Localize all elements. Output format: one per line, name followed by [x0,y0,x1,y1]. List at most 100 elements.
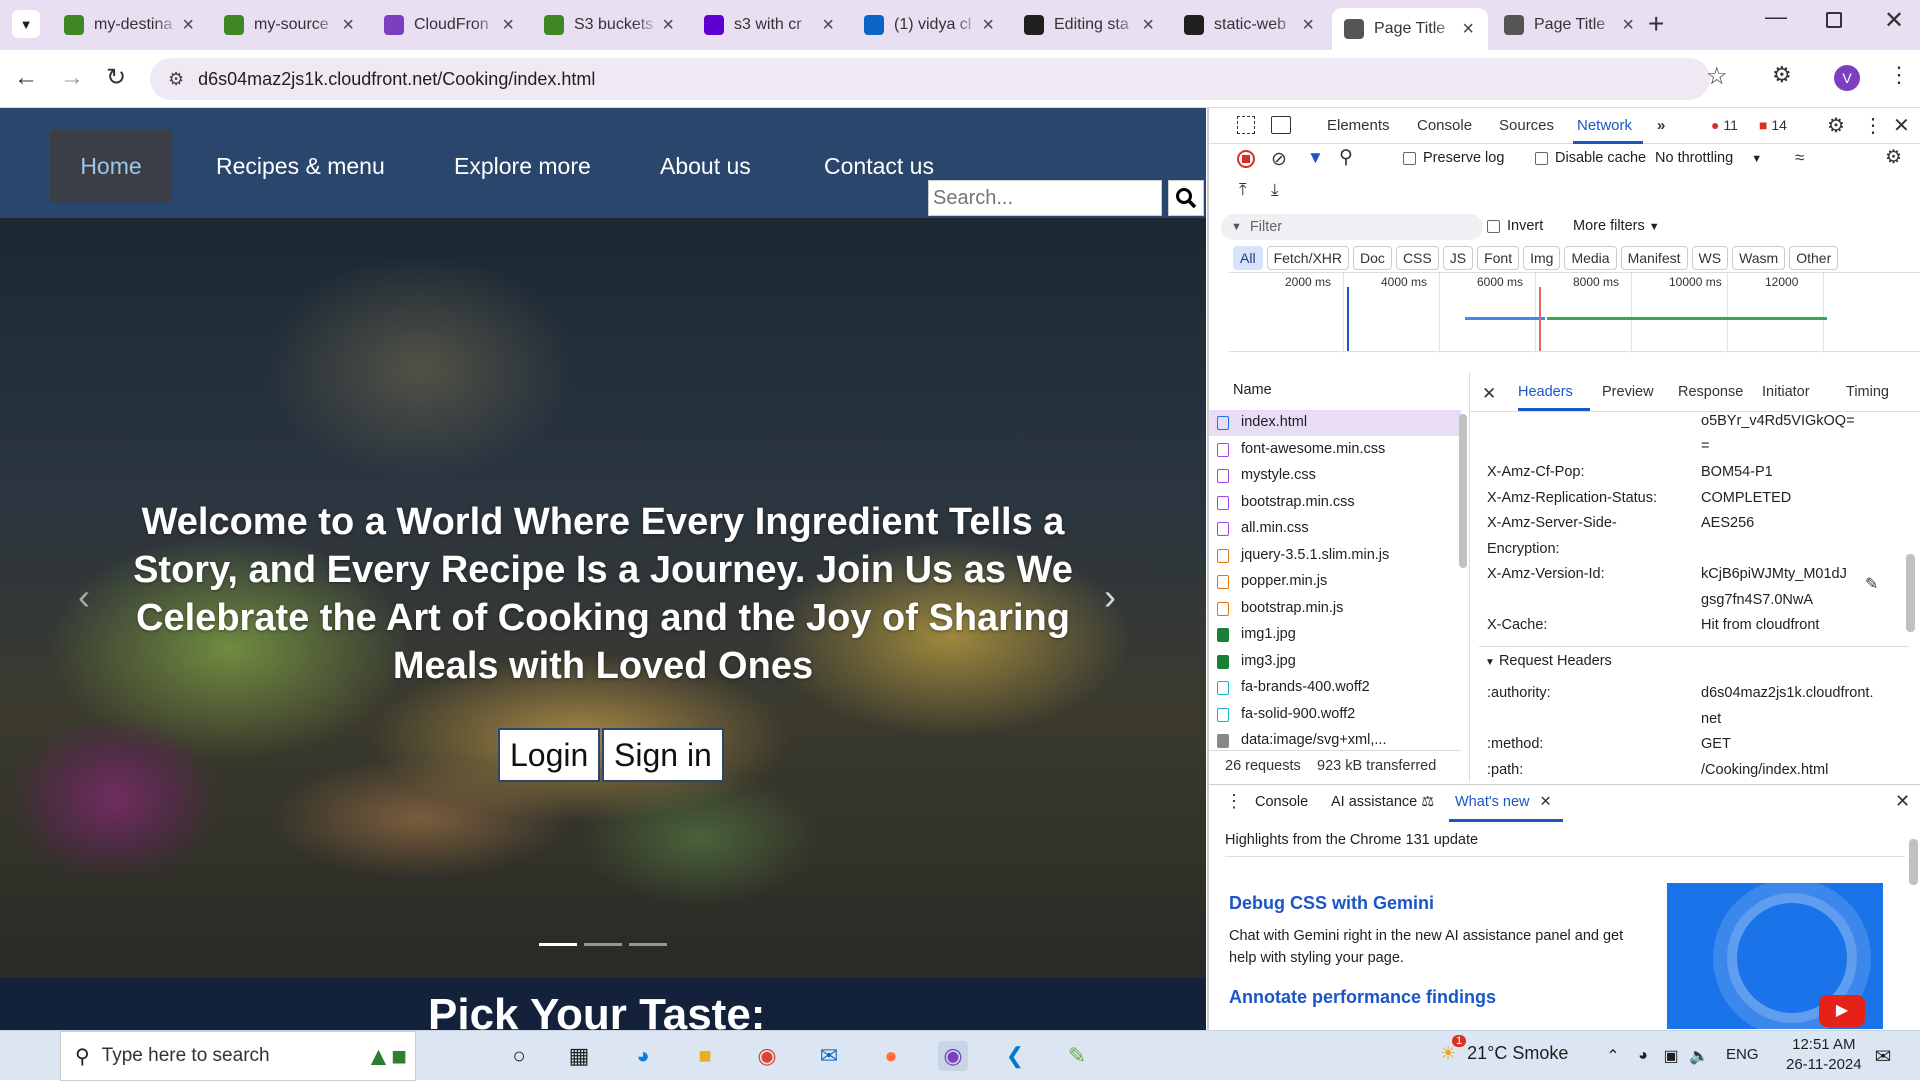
site-search-input[interactable] [928,180,1162,216]
headers-scrollbar[interactable] [1903,414,1917,786]
chrome-icon[interactable]: ◉ [752,1041,782,1071]
device-toolbar-icon[interactable] [1271,116,1291,134]
carousel-indicator-3[interactable] [629,943,667,946]
export-har-icon[interactable]: ⤓ [1271,180,1279,200]
type-filter-css[interactable]: CSS [1395,246,1439,270]
warning-count-badge[interactable]: ■ 14 [1759,117,1787,133]
request-headers-toggle[interactable]: ▼ Request Headers [1485,653,1612,669]
carousel-next-icon[interactable]: › [1104,576,1116,618]
back-button[interactable]: ← [14,64,38,92]
browser-tab[interactable]: (1) vidya cl × [852,8,1008,42]
tab-elements[interactable]: Elements [1327,117,1390,134]
task-view-icon[interactable]: ▦ [564,1041,594,1071]
tab-search-button[interactable]: ▼ [12,10,40,38]
drawer-tab-ai-assistance[interactable]: AI assistance ⚖ [1331,794,1434,810]
address-bar[interactable]: ⚙ d6s04maz2js1k.cloudfront.net/Cooking/i… [150,58,1710,100]
request-row[interactable]: jquery-3.5.1.slim.min.js [1209,543,1461,569]
firefox-icon[interactable]: ● [876,1041,906,1071]
request-row[interactable]: index.html [1209,410,1461,436]
request-row[interactable]: img1.jpg [1209,622,1461,648]
cortana-icon[interactable]: ○ [504,1041,534,1071]
browser-menu-icon[interactable]: ⋮ [1888,62,1910,88]
whats-new-heading-1[interactable]: Debug CSS with Gemini [1229,893,1434,914]
close-detail-icon[interactable]: ✕ [1482,384,1496,404]
request-list-scrollbar[interactable] [1457,400,1467,750]
site-info-icon[interactable]: ⚙ [168,69,184,90]
whats-new-video-thumbnail[interactable]: ▶ [1667,883,1883,1029]
detail-tab-preview[interactable]: Preview [1602,384,1654,400]
disable-cache-checkbox[interactable] [1535,152,1548,165]
mail-icon[interactable]: ✉ [814,1041,844,1071]
browser-tab[interactable]: S3 buckets × [532,8,688,42]
volume-icon[interactable]: 🔈 [1684,1041,1714,1071]
chrome-profile-icon[interactable]: ◉ [938,1041,968,1071]
type-filter-manifest[interactable]: Manifest [1620,246,1688,270]
record-button[interactable] [1237,150,1255,168]
nav-home[interactable]: Home [50,130,172,202]
file-explorer-icon[interactable]: ■ [690,1041,720,1071]
notifications-icon[interactable]: ✉ [1868,1041,1898,1071]
detail-tab-initiator[interactable]: Initiator [1762,384,1810,400]
name-column-header[interactable]: Name [1233,382,1272,398]
vscode-icon[interactable]: ❮ [1000,1041,1030,1071]
carousel-prev-icon[interactable]: ‹ [78,576,90,618]
request-row[interactable]: bootstrap.min.css [1209,490,1461,516]
close-drawer-icon[interactable]: ✕ [1895,791,1910,812]
network-conditions-icon[interactable]: ≈ [1795,148,1804,168]
browser-tab[interactable]: CloudFron × [372,8,528,42]
request-row[interactable]: bootstrap.min.js [1209,596,1461,622]
invert-checkbox[interactable] [1487,220,1500,233]
type-filter-doc[interactable]: Doc [1353,246,1392,270]
request-row[interactable]: font-awesome.min.css [1209,437,1461,463]
carousel-indicator-1[interactable] [539,943,577,946]
close-tab-icon[interactable]: × [342,14,354,37]
drawer-tab-console[interactable]: Console [1255,794,1308,810]
type-filter-img[interactable]: Img [1523,246,1561,270]
type-filter-font[interactable]: Font [1477,246,1520,270]
drawer-menu-icon[interactable]: ⋮ [1225,791,1243,812]
type-filter-media[interactable]: Media [1564,246,1617,270]
display-icon[interactable]: ▣ [1656,1041,1686,1071]
show-hidden-icons[interactable]: ⌃ [1598,1041,1628,1071]
filter-input[interactable]: ▼ Filter [1221,214,1483,240]
login-button[interactable]: Login [498,728,601,782]
import-har-icon[interactable]: ⤒ [1239,180,1247,200]
network-icon[interactable]: ◕ [1628,1041,1658,1071]
weather-widget[interactable]: ☀ 1 21°C Smoke [1440,1035,1568,1064]
request-row[interactable]: fa-solid-900.woff2 [1209,702,1461,728]
throttling-select[interactable]: No throttling ▼ [1655,150,1762,166]
extensions-icon[interactable]: ⚙ [1772,62,1792,88]
new-tab-button[interactable]: + [1648,8,1664,40]
tab-console[interactable]: Console [1417,117,1472,134]
signin-button[interactable]: Sign in [602,728,724,782]
browser-tab[interactable]: Editing sta × [1012,8,1168,42]
restore-button[interactable] [1826,12,1842,28]
type-filter-fetch-xhr[interactable]: Fetch/XHR [1266,246,1350,270]
more-tabs-icon[interactable]: » [1657,117,1665,134]
settings-gear-icon[interactable]: ⚙ [1827,113,1845,138]
close-window-button[interactable]: ✕ [1884,6,1904,35]
devtools-menu-icon[interactable]: ⋮ [1863,113,1883,138]
site-search-button[interactable] [1168,180,1204,216]
paint-icon[interactable]: ✎ [1062,1041,1092,1071]
type-filter-js[interactable]: JS [1442,246,1474,270]
language-indicator[interactable]: ENG [1726,1046,1759,1063]
drawer-tab-whats-new[interactable]: What's new ✕ [1455,794,1552,810]
close-tab-icon[interactable]: × [182,14,194,37]
edge-icon[interactable]: ◕ [628,1041,658,1071]
browser-tab[interactable]: my-destina × [52,8,208,42]
nav-recipes-menu[interactable]: Recipes & menu [184,141,417,191]
bookmark-star-icon[interactable]: ☆ [1706,62,1728,91]
tab-network[interactable]: Network [1577,117,1632,134]
clock[interactable]: 12:51 AM 26-11-2024 [1786,1035,1862,1075]
nav-about-us[interactable]: About us [628,141,783,191]
reload-button[interactable]: ↻ [106,63,126,92]
tab-sources[interactable]: Sources [1499,117,1554,134]
network-settings-icon[interactable]: ⚙ [1885,146,1902,169]
minimize-button[interactable]: — [1765,4,1787,30]
browser-tab[interactable]: my-source × [212,8,368,42]
preserve-log-checkbox[interactable] [1403,152,1416,165]
edit-pencil-icon[interactable]: ✎ [1865,574,1878,594]
type-filter-other[interactable]: Other [1789,246,1839,270]
browser-tab[interactable]: Page Title × [1492,8,1648,42]
